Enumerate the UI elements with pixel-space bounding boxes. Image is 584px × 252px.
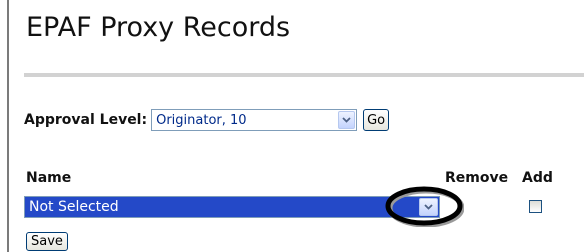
name-selected-value: Not Selected <box>29 199 119 215</box>
save-button[interactable]: Save <box>26 232 68 251</box>
column-header-name: Name <box>26 170 72 186</box>
chevron-down-icon-glyph <box>424 204 433 210</box>
title-divider <box>24 73 584 77</box>
chevron-down-icon[interactable] <box>419 198 438 216</box>
approval-level-label: Approval Level: <box>24 112 148 128</box>
go-button[interactable]: Go <box>363 109 390 131</box>
name-select[interactable]: Not Selected <box>24 196 440 218</box>
column-header-add: Add <box>522 170 553 186</box>
approval-level-selected-value: Originator, 10 <box>156 112 247 128</box>
page: EPAF Proxy Records Approval Level: Origi… <box>0 0 584 252</box>
approval-level-select[interactable]: Originator, 10 <box>151 109 358 131</box>
approval-level-row: Approval Level: Originator, 10 Go <box>24 109 390 131</box>
left-border-rule <box>7 0 9 252</box>
chevron-down-icon[interactable] <box>338 111 356 129</box>
add-checkbox[interactable] <box>529 200 542 213</box>
chevron-down-icon-glyph <box>342 117 351 123</box>
column-header-remove: Remove <box>445 170 509 186</box>
page-title: EPAF Proxy Records <box>26 12 291 43</box>
